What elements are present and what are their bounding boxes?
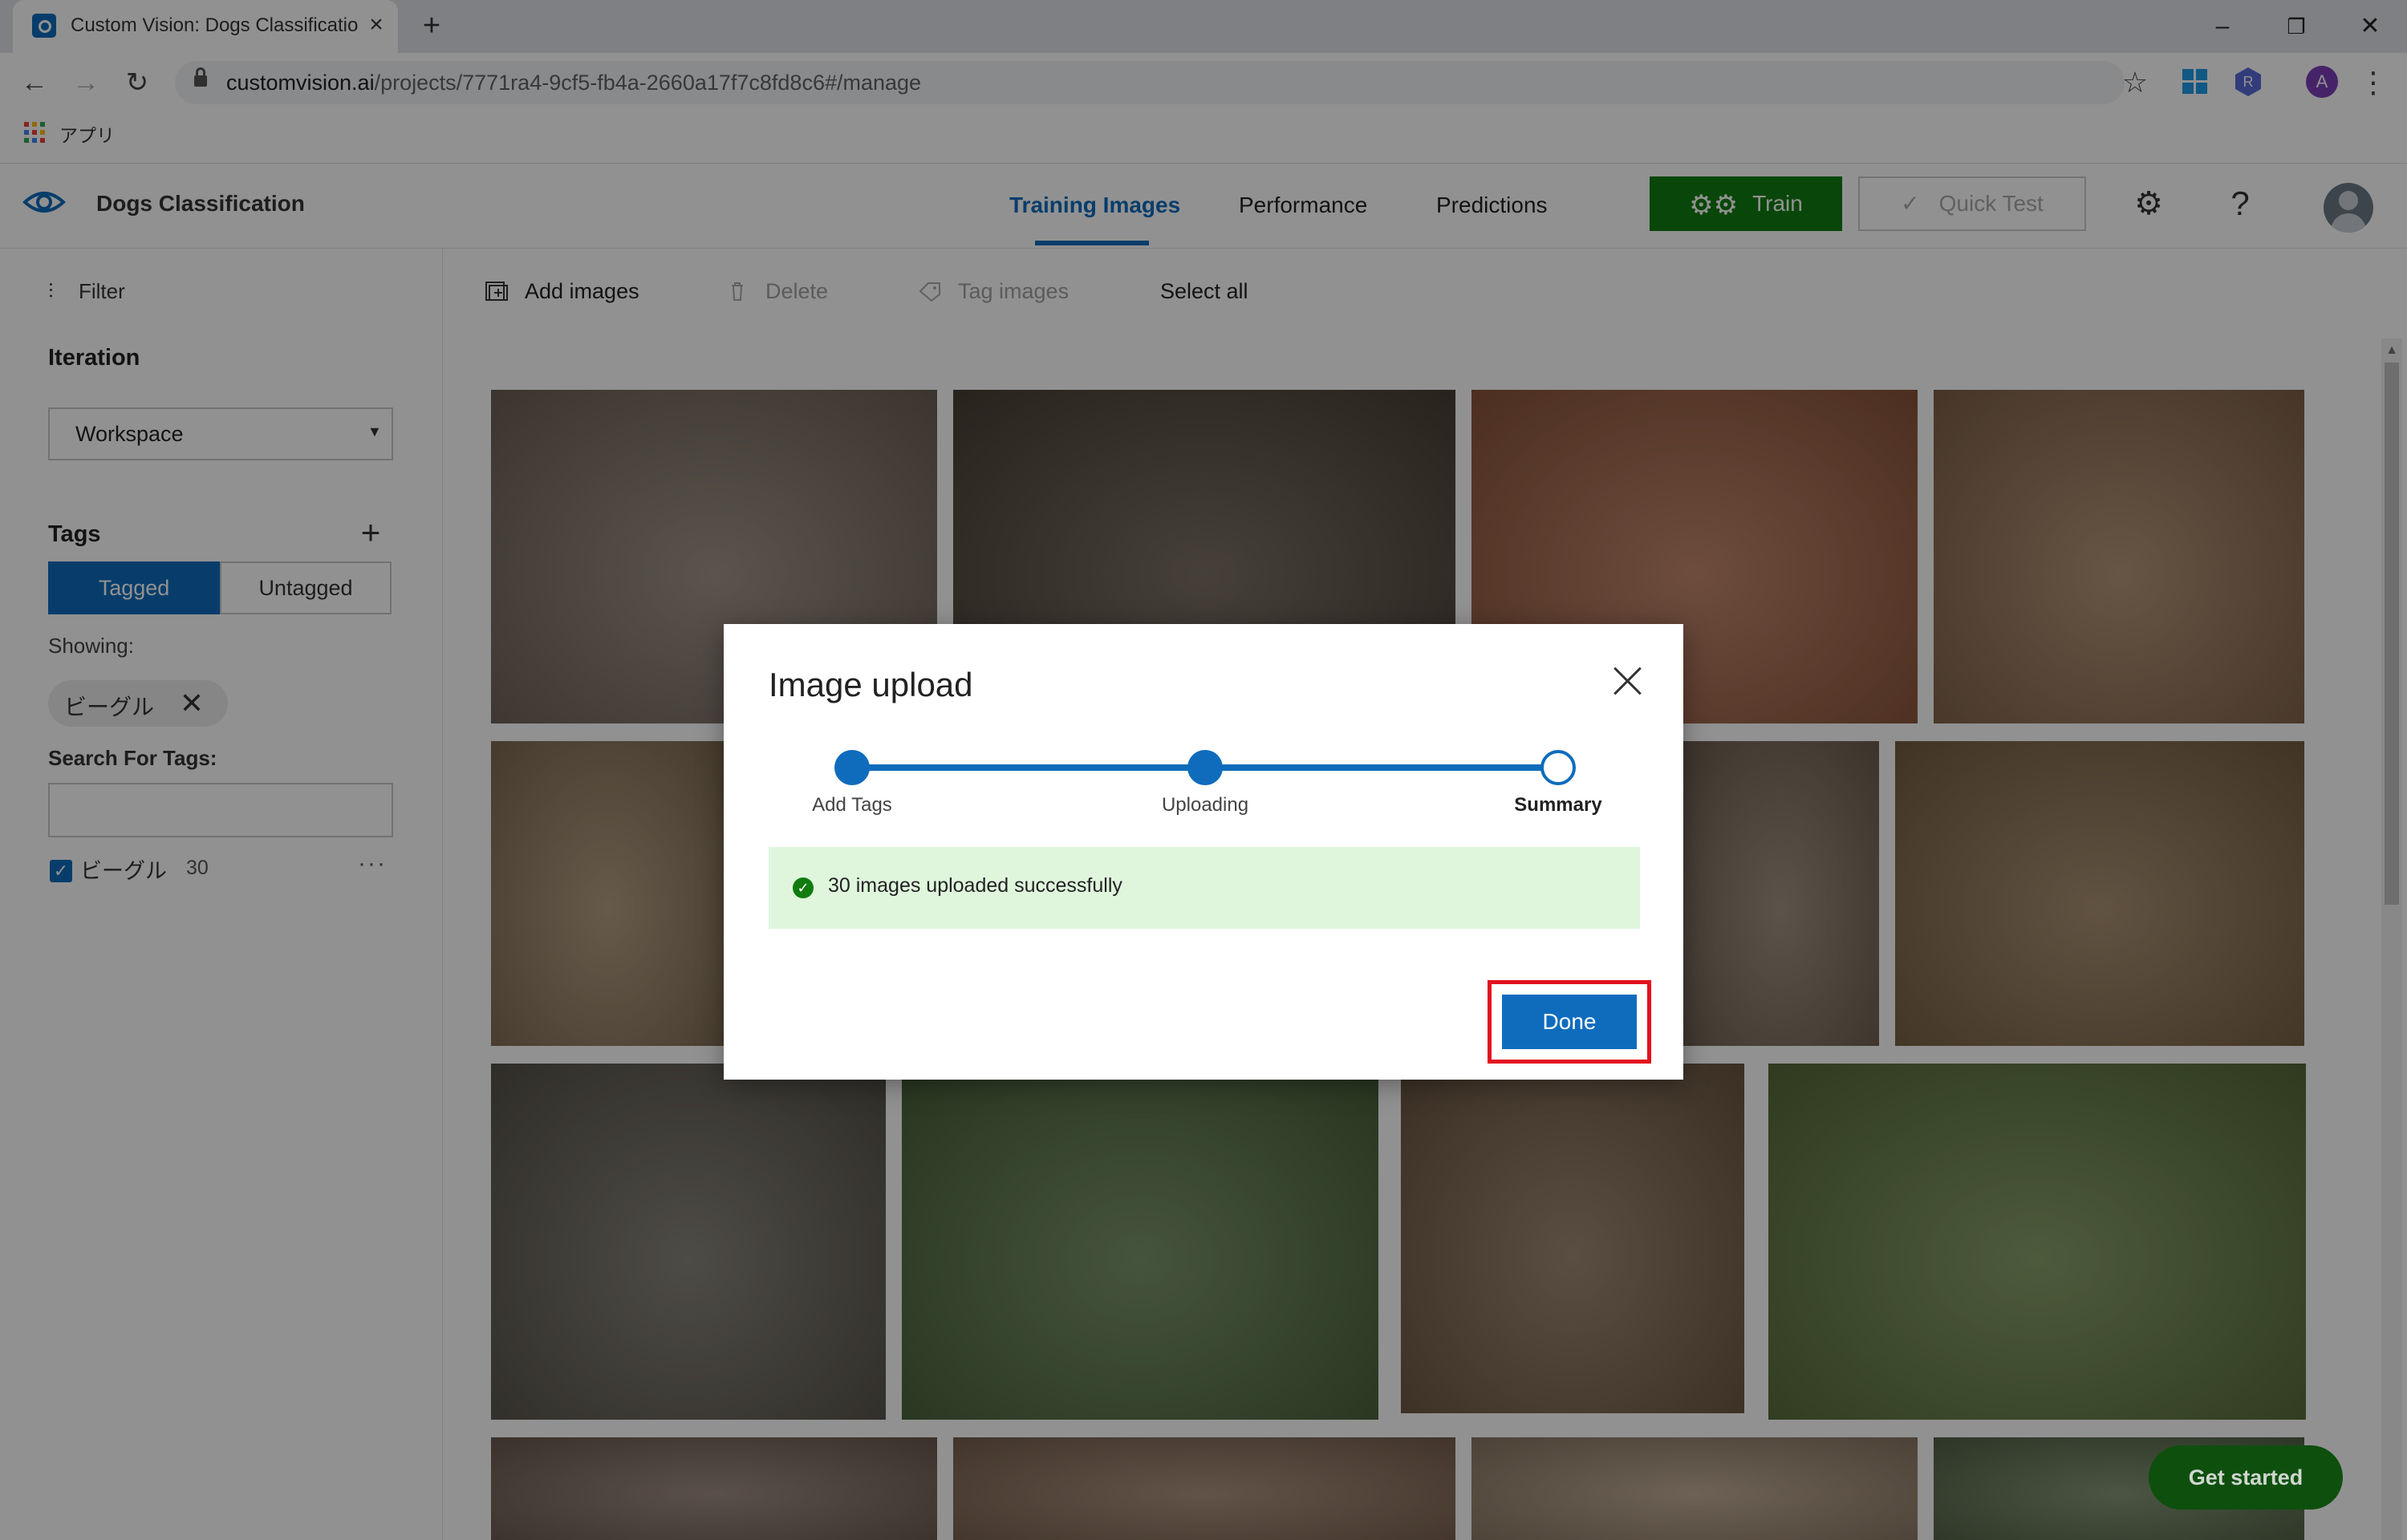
step-dot-uploading <box>1187 750 1223 785</box>
step-dot-summary <box>1540 750 1576 785</box>
get-started-button[interactable]: Get started <box>2149 1445 2343 1510</box>
success-text: 30 images uploaded successfully <box>828 874 1122 897</box>
step-dot-add-tags <box>834 750 870 785</box>
dialog-title: Image upload <box>769 666 973 703</box>
dialog-close-icon[interactable] <box>1608 661 1648 701</box>
image-upload-dialog: Image upload Add Tags Uploading Summary … <box>724 624 1683 1080</box>
upload-success-message: ✓ 30 images uploaded successfully <box>769 847 1640 929</box>
step-label-summary: Summary <box>1514 794 1602 816</box>
step-label-add-tags: Add Tags <box>812 794 892 816</box>
done-button[interactable]: Done <box>1502 995 1637 1049</box>
success-check-icon: ✓ <box>793 877 814 898</box>
step-label-uploading: Uploading <box>1161 794 1249 816</box>
